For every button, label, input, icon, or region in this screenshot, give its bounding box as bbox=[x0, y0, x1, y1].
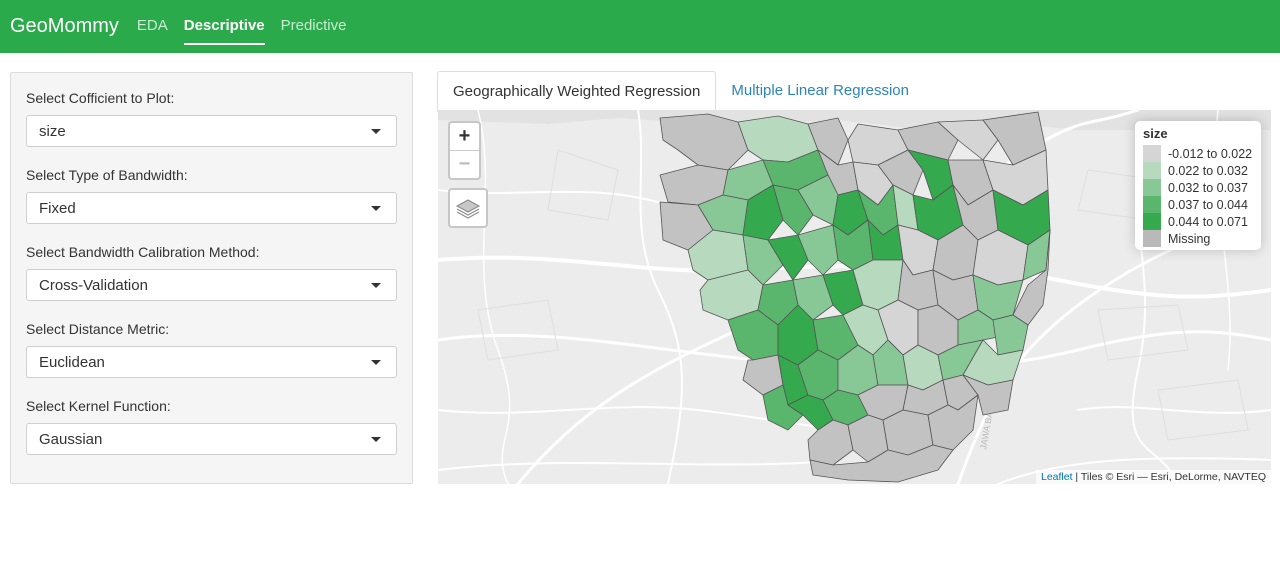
legend-swatch bbox=[1143, 162, 1161, 179]
kernel-label: Select Kernel Function: bbox=[26, 398, 171, 414]
legend-swatch bbox=[1143, 145, 1161, 162]
map-view[interactable]: JAWA BARAT + − size -0.012 to 0.022 0.02… bbox=[438, 110, 1271, 484]
legend-swatch bbox=[1143, 213, 1161, 230]
layers-button[interactable] bbox=[448, 188, 488, 228]
caret-down-icon bbox=[371, 129, 381, 134]
coefficient-field: Select Cofficient to Plot: size bbox=[26, 89, 397, 147]
calibration-select[interactable]: Cross-Validation bbox=[26, 269, 397, 301]
map-legend: size -0.012 to 0.022 0.022 to 0.032 0.03… bbox=[1135, 121, 1261, 250]
legend-label: 0.032 to 0.037 bbox=[1168, 180, 1248, 195]
bandwidth-type-label: Select Type of Bandwidth: bbox=[26, 167, 188, 183]
nav-predictive[interactable]: Predictive bbox=[273, 0, 355, 53]
distance-value: Euclidean bbox=[39, 353, 105, 371]
caret-down-icon bbox=[371, 283, 381, 288]
kernel-value: Gaussian bbox=[39, 430, 103, 448]
caret-down-icon bbox=[371, 206, 381, 211]
legend-label: 0.044 to 0.071 bbox=[1168, 214, 1248, 229]
legend-label: -0.012 to 0.022 bbox=[1168, 146, 1253, 161]
legend-item: -0.012 to 0.022 bbox=[1143, 145, 1253, 162]
tab-bar: Geographically Weighted Regression Multi… bbox=[437, 71, 1271, 112]
nav-eda[interactable]: EDA bbox=[129, 0, 176, 53]
zoom-out-button[interactable]: − bbox=[450, 151, 479, 178]
leaflet-link[interactable]: Leaflet bbox=[1041, 471, 1073, 483]
legend-item: 0.032 to 0.037 bbox=[1143, 179, 1253, 196]
calibration-field: Select Bandwidth Calibration Method: Cro… bbox=[26, 243, 397, 301]
calibration-value: Cross-Validation bbox=[39, 276, 148, 294]
coefficient-label: Select Cofficient to Plot: bbox=[26, 90, 175, 106]
map-attribution: Leaflet | Tiles © Esri — Esri, DeLorme, … bbox=[1035, 470, 1271, 484]
bandwidth-type-field: Select Type of Bandwidth: Fixed bbox=[26, 166, 397, 224]
legend-swatch bbox=[1143, 230, 1161, 247]
coefficient-value: size bbox=[39, 122, 66, 140]
caret-down-icon bbox=[371, 437, 381, 442]
bandwidth-type-select[interactable]: Fixed bbox=[26, 192, 397, 224]
distance-label: Select Distance Metric: bbox=[26, 321, 170, 337]
bandwidth-type-value: Fixed bbox=[39, 199, 76, 217]
attribution-text: | Tiles © Esri — Esri, DeLorme, NAVTEQ bbox=[1072, 471, 1266, 483]
zoom-control: + − bbox=[448, 121, 481, 180]
legend-swatch bbox=[1143, 196, 1161, 213]
calibration-label: Select Bandwidth Calibration Method: bbox=[26, 244, 260, 260]
legend-label: 0.037 to 0.044 bbox=[1168, 197, 1248, 212]
nav-descriptive[interactable]: Descriptive bbox=[176, 0, 273, 53]
kernel-select[interactable]: Gaussian bbox=[26, 423, 397, 455]
distance-select[interactable]: Euclidean bbox=[26, 346, 397, 378]
tab-mlr[interactable]: Multiple Linear Regression bbox=[716, 71, 924, 110]
tab-gwr[interactable]: Geographically Weighted Regression bbox=[437, 71, 717, 112]
caret-down-icon bbox=[371, 360, 381, 365]
kernel-field: Select Kernel Function: Gaussian bbox=[26, 397, 397, 455]
legend-item: 0.037 to 0.044 bbox=[1143, 196, 1253, 213]
distance-field: Select Distance Metric: Euclidean bbox=[26, 320, 397, 378]
brand-title[interactable]: GeoMommy bbox=[0, 0, 129, 53]
legend-item: Missing bbox=[1143, 230, 1253, 247]
legend-label: Missing bbox=[1168, 231, 1211, 246]
zoom-in-button[interactable]: + bbox=[450, 123, 479, 151]
sidebar-panel: Select Cofficient to Plot: size Select T… bbox=[10, 72, 413, 484]
legend-label: 0.022 to 0.032 bbox=[1168, 163, 1248, 178]
layers-icon bbox=[455, 199, 481, 219]
main-panel: Geographically Weighted Regression Multi… bbox=[437, 71, 1271, 485]
coefficient-select[interactable]: size bbox=[26, 115, 397, 147]
legend-item: 0.044 to 0.071 bbox=[1143, 213, 1253, 230]
legend-title: size bbox=[1143, 126, 1168, 141]
legend-swatch bbox=[1143, 179, 1161, 196]
legend-item: 0.022 to 0.032 bbox=[1143, 162, 1253, 179]
navbar: GeoMommy EDA Descriptive Predictive bbox=[0, 0, 1280, 53]
